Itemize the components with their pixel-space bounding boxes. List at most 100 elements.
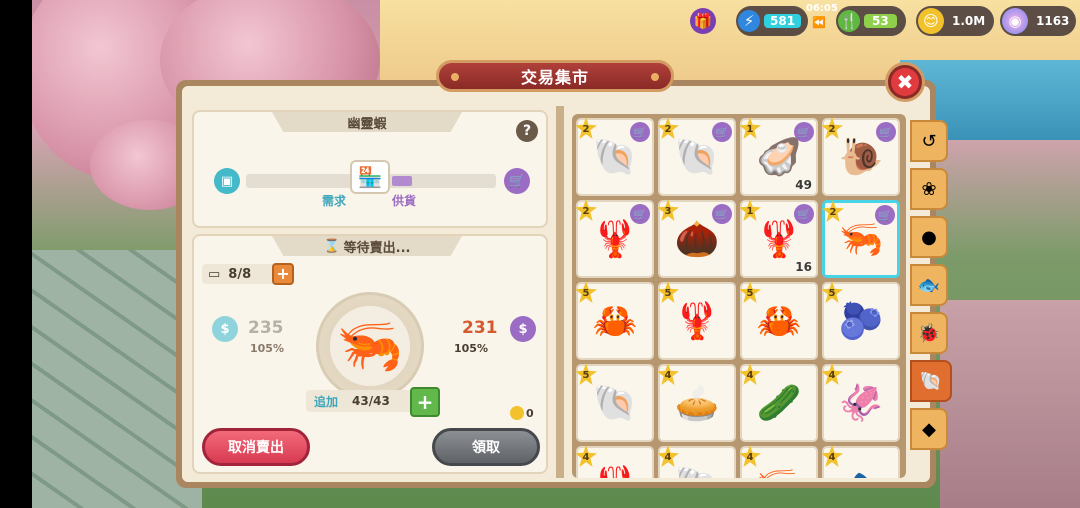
bug-icon: 🐞 [917,322,941,344]
tab-mineral[interactable]: ◆ [910,408,948,450]
rewind-icon[interactable]: ⏪ [812,16,826,29]
dollar-purple-icon: $ [510,316,536,342]
grid-item[interactable]: 🌰 3 🛒 [657,199,736,278]
cart-icon: 🛒 [712,122,732,142]
item-icon: 🦪 [756,137,802,178]
grid-item[interactable]: 🐚 2 🛒 [575,117,654,196]
category-tabs: ↺ ❀ ● 🐟 🐞 🐚 ◆ [910,120,952,456]
cart-icon: 🛒 [875,205,895,225]
cart-icon: 🛒 [630,204,650,224]
grid-item[interactable]: 🐚4 [657,445,736,478]
sale-status: ⌛ 等待賣出... [272,236,462,256]
tab-bug[interactable]: 🐞 [910,312,948,354]
item-icon: 🥒 [756,383,802,424]
tab-fruit[interactable]: ● [910,216,948,258]
collect-button[interactable]: 領取 [432,428,540,466]
grid-item[interactable]: 🦐4 [739,445,818,478]
item-icon: 🦐 [757,464,802,478]
grid-item[interactable]: 🦞 1 🛒 16 [739,199,818,278]
shelf-icon: ▭ [208,266,221,282]
tab-fish[interactable]: 🐟 [910,264,948,306]
grid-item[interactable]: 🦀 5 [575,281,654,360]
crop-icon: ❀ [921,178,937,200]
close-icon: ✖ [891,68,919,96]
add-slot-button[interactable]: + [272,263,294,285]
grid-item[interactable]: 🐌 2 🛒 [821,117,900,196]
mineral-icon: ◆ [922,418,936,440]
stamina-value: 53 [864,14,897,28]
cart-icon: 🛒 [504,168,530,194]
gem-meter[interactable]: ◉ 1163 [1000,6,1076,36]
fruit-icon: ● [921,226,937,248]
coin-meter[interactable]: 😊 1.0M [916,6,994,36]
demand-label: 需求 [322,194,347,208]
item-icon: 🦑 [838,383,884,424]
item-icon: 🐚 [674,137,720,178]
grid-item[interactable]: 🦞4 [575,445,654,478]
help-button[interactable]: ? [516,120,538,142]
cart-icon: 🛒 [876,122,896,142]
grid-item[interactable]: 🦞 2 🛒 [575,199,654,278]
grid-item[interactable]: 🦐 2 🛒 [822,200,900,278]
supply-label: 供貨 [392,194,417,208]
item-icon: 🦞 [592,219,638,260]
item-icon: 🦞 [593,464,638,478]
add-counter: 追加 43/43 [306,390,414,412]
grid-item[interactable]: 🫐 5 [821,281,900,360]
sale-card: ⌛ 等待賣出... ▭ 8/8 + $ 235 105% 🦐 231 $ 105%… [192,234,548,474]
item-info-card: 幽靈蝦 ? ▣ 🏪 🛒 需求 供貨 [192,110,548,228]
grid-item[interactable]: 🦪 1 🛒 49 [739,117,818,196]
energy-meter[interactable]: ⚡ 581 [736,6,808,36]
close-button[interactable]: ✖ [885,62,925,102]
fork-knife-icon: 🍴 [838,10,860,32]
grid-item[interactable]: 🦑 4 [821,363,900,442]
market-panel: 幽靈蝦 ? ▣ 🏪 🛒 需求 供貨 ⌛ 等待賣出... ▭ 8/8 + $ 235… [176,60,952,488]
lightning-icon: ⚡ [738,10,760,32]
item-icon: 🦀 [756,301,802,342]
grid-item[interactable]: 🥧 4 [657,363,736,442]
earned-coins: 0 [510,406,534,420]
item-icon: 🐚 [675,464,720,478]
item-grid-cells: 🐚 2 🛒 🐚 2 🛒 🦪 1 🛒 49 🐌 2 🛒 🦞 2 🛒 🌰 3 🛒 🦞 1 🛒 16 🦐 2 🛒 🦀 5 🦞 5 🦀 5 🫐 5 🐚 5 🥧 4… [575,117,902,478]
add-label: 追加 [314,394,339,409]
book-spine [556,106,564,478]
coin-icon: 😊 [918,8,944,34]
nail-icon [651,73,659,81]
cart-icon: 🛒 [794,122,814,142]
gift-icon: 🎁 [690,8,716,34]
add-quantity-button[interactable]: + [410,387,440,417]
sell-price-right: 231 [462,318,498,338]
earned-value: 0 [526,406,534,420]
grid-item[interactable]: 🐚 5 [575,363,654,442]
item-icon: 🐟 [839,464,884,478]
history-icon: ↺ [921,130,937,152]
item-icon: 🦀 [592,301,638,342]
market-stall-icon: 🏪 [350,160,390,194]
shrimp-icon: 🦐 [336,314,404,377]
cancel-sale-button[interactable]: 取消賣出 [202,428,310,466]
item-icon: 🐚 [592,383,638,424]
item-count: 16 [795,260,812,274]
grid-item[interactable]: 🐟4 [821,445,900,478]
stamina-meter[interactable]: 🍴 53 [836,6,906,36]
item-icon: 🦐 [838,219,884,260]
dollar-icon: $ [212,316,238,342]
grid-item[interactable]: 🥒 4 [739,363,818,442]
grid-item[interactable]: 🦀 5 [739,281,818,360]
item-icon: 🌰 [674,219,720,260]
tab-history[interactable]: ↺ [910,120,948,162]
grid-item[interactable]: 🐚 2 🛒 [657,117,736,196]
add-count: 43/43 [352,394,390,408]
tab-crop[interactable]: ❀ [910,168,948,210]
tab-shell[interactable]: 🐚 [910,360,952,402]
sale-status-text: 等待賣出... [343,240,411,256]
item-icon: 🫐 [838,301,884,342]
sell-pct-right: 105% [454,342,488,355]
fish-icon: 🐟 [917,274,941,296]
item-icon: 🦞 [756,219,802,260]
grid-item[interactable]: 🦞 5 [657,281,736,360]
gift-button[interactable]: 🎁 [690,6,724,36]
item-icon: 🐚 [592,137,638,178]
cube-icon: ▣ [214,168,240,194]
supply-fill [392,176,412,186]
